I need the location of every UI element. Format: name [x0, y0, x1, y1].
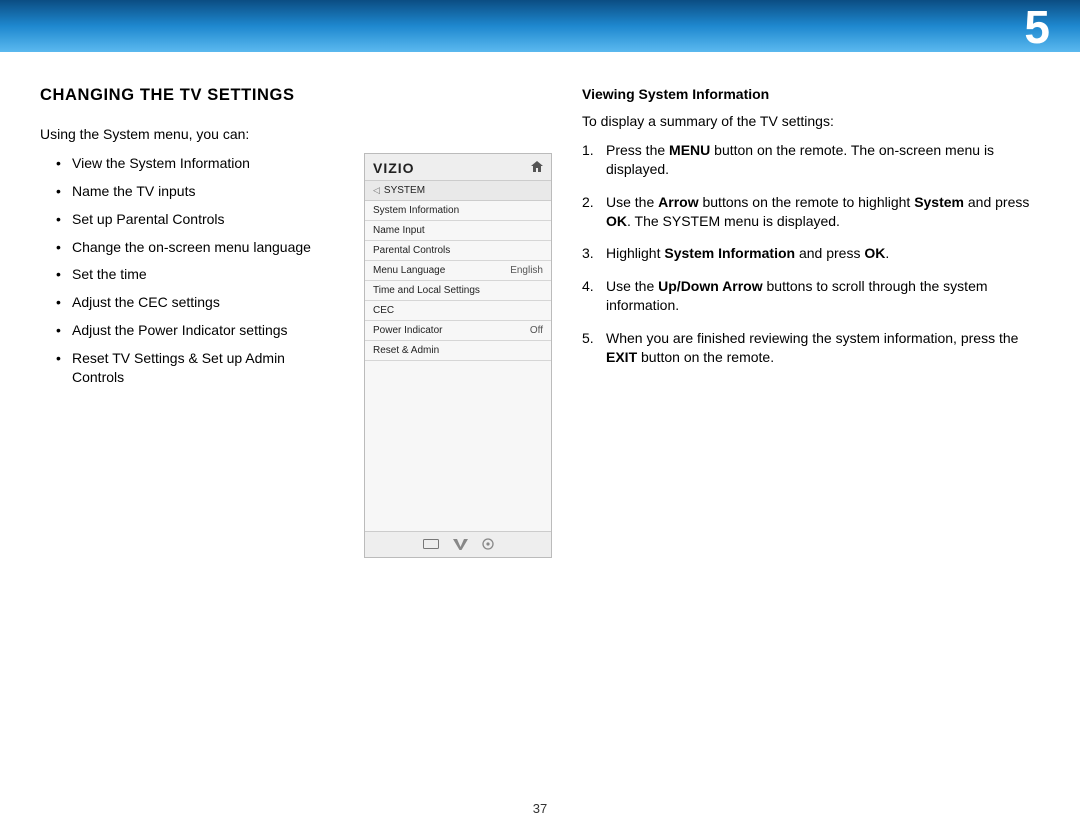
tv-menu-row[interactable]: Menu Language English — [365, 261, 551, 281]
tv-menu-row[interactable]: Parental Controls — [365, 241, 551, 261]
step-item: Highlight System Information and press O… — [582, 244, 1040, 263]
back-icon: ◁ — [373, 185, 380, 196]
steps-list: Press the MENU button on the remote. The… — [582, 141, 1040, 367]
key-label: Arrow — [658, 194, 698, 210]
tv-row-label: Time and Local Settings — [373, 285, 480, 296]
tv-row-value: English — [510, 265, 543, 276]
tv-menu-row[interactable]: CEC — [365, 301, 551, 321]
key-label: EXIT — [606, 349, 637, 365]
tv-menu-row[interactable]: Time and Local Settings — [365, 281, 551, 301]
home-icon[interactable] — [531, 161, 543, 175]
gear-icon[interactable] — [482, 538, 494, 550]
key-label: System — [914, 194, 964, 210]
left-intro: Using the System menu, you can: — [40, 125, 334, 144]
tv-row-value: Off — [530, 325, 543, 336]
tv-row-label: Menu Language — [373, 265, 445, 276]
step-item: Use the Arrow buttons on the remote to h… — [582, 193, 1040, 231]
tv-brand-logo: VIZIO — [373, 160, 415, 176]
tv-menu-row[interactable]: Power Indicator Off — [365, 321, 551, 341]
list-item: View the System Information — [58, 154, 334, 173]
capabilities-list: View the System Information Name the TV … — [40, 154, 334, 387]
vizio-v-icon[interactable] — [453, 538, 468, 550]
key-label: System Information — [664, 245, 795, 261]
tv-menu-footer — [365, 531, 551, 557]
key-label: OK — [864, 245, 885, 261]
tv-menu-row[interactable]: Name Input — [365, 221, 551, 241]
subsection-title: Viewing System Information — [582, 86, 1040, 102]
tv-breadcrumb-label: SYSTEM — [384, 185, 425, 196]
right-column: Viewing System Information To display a … — [582, 86, 1040, 558]
list-item: Reset TV Settings & Set up Admin Control… — [58, 349, 334, 387]
tv-row-label: Parental Controls — [373, 245, 450, 256]
step-item: Press the MENU button on the remote. The… — [582, 141, 1040, 179]
list-item: Set the time — [58, 265, 334, 284]
tv-menu-column: VIZIO ◁ SYSTEM System Information Name I… — [364, 86, 552, 558]
key-label: MENU — [669, 142, 710, 158]
tv-row-label: Power Indicator — [373, 325, 442, 336]
tv-menu-panel: VIZIO ◁ SYSTEM System Information Name I… — [364, 153, 552, 558]
right-intro: To display a summary of the TV settings: — [582, 112, 1040, 131]
step-item: Use the Up/Down Arrow buttons to scroll … — [582, 277, 1040, 315]
page-content: CHANGING THE TV SETTINGS Using the Syste… — [0, 52, 1080, 558]
tv-row-label: Reset & Admin — [373, 345, 439, 356]
left-column: CHANGING THE TV SETTINGS Using the Syste… — [40, 86, 334, 558]
list-item: Adjust the CEC settings — [58, 293, 334, 312]
key-label: Up/Down Arrow — [658, 278, 762, 294]
list-item: Change the on-screen menu language — [58, 238, 334, 257]
list-item: Adjust the Power Indicator settings — [58, 321, 334, 340]
tv-menu-header: VIZIO — [365, 154, 551, 181]
key-label: OK — [606, 213, 627, 229]
tv-row-label: CEC — [373, 305, 394, 316]
tv-row-label: Name Input — [373, 225, 425, 236]
list-item: Name the TV inputs — [58, 182, 334, 201]
list-item: Set up Parental Controls — [58, 210, 334, 229]
tv-menu-empty-area — [365, 361, 551, 531]
section-title: CHANGING THE TV SETTINGS — [40, 86, 334, 105]
tv-breadcrumb[interactable]: ◁ SYSTEM — [365, 181, 551, 201]
tv-menu-row[interactable]: Reset & Admin — [365, 341, 551, 361]
wide-icon[interactable] — [423, 538, 439, 550]
tv-row-label: System Information — [373, 205, 459, 216]
tv-menu-row[interactable]: System Information — [365, 201, 551, 221]
chapter-header-band: 5 — [0, 0, 1080, 52]
page-number: 37 — [533, 801, 547, 816]
step-item: When you are finished reviewing the syst… — [582, 329, 1040, 367]
chapter-number: 5 — [1024, 0, 1050, 54]
